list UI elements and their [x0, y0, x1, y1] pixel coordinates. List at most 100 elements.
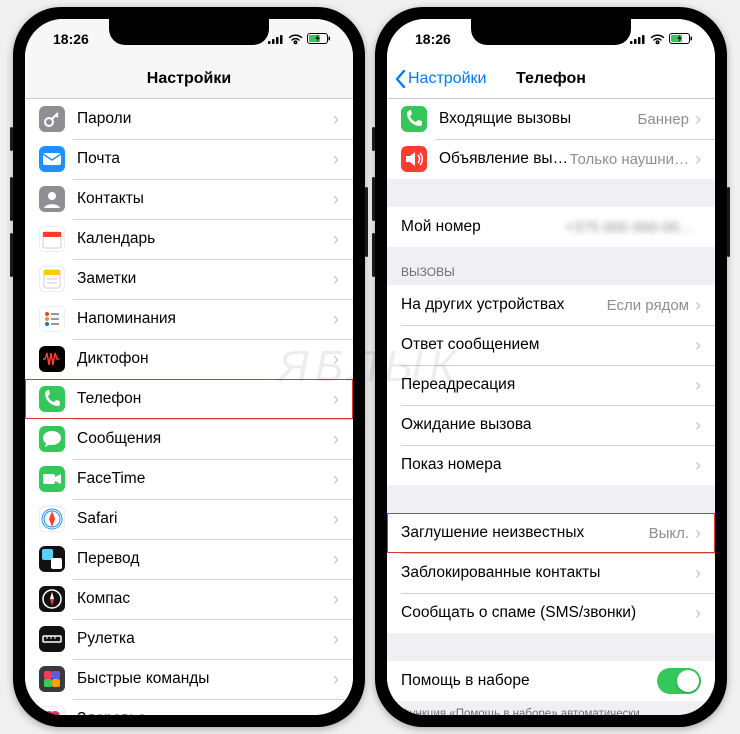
power-button[interactable]: [727, 187, 730, 257]
back-label: Настройки: [408, 70, 486, 88]
shortcuts-icon: [39, 666, 65, 692]
chevron-right-icon: ›: [695, 415, 701, 436]
section-header-calls: ВЫЗОВЫ: [387, 247, 715, 285]
footer-note: Функция «Помощь в наборе» автоматически …: [387, 701, 715, 715]
chevron-right-icon: ›: [333, 509, 339, 530]
volume-up-button[interactable]: [372, 177, 375, 221]
row-label: Пароли: [77, 110, 333, 128]
page-title: Настройки: [147, 70, 231, 88]
settings-list[interactable]: Пароли›Почта›Контакты›Календарь›Заметки›…: [25, 99, 353, 715]
row-phone[interactable]: Телефон›: [25, 379, 353, 419]
wifi-icon: [650, 34, 665, 45]
phone-icon: [39, 386, 65, 412]
row-label: Ответ сообщением: [401, 336, 695, 354]
chevron-right-icon: ›: [333, 229, 339, 250]
person-icon: [39, 186, 65, 212]
compasss-icon: [39, 506, 65, 532]
chevron-right-icon: ›: [695, 295, 701, 316]
row-dial-assist[interactable]: Помощь в наборе: [387, 661, 715, 701]
row-announce[interactable]: Объявление вызововТолько наушни…›: [387, 139, 715, 179]
row-label: Рулетка: [77, 630, 333, 648]
calendar-icon: [39, 226, 65, 252]
notch: [109, 19, 269, 45]
speaker-icon: [401, 146, 427, 172]
row-label: Safari: [77, 510, 333, 528]
row-contacts[interactable]: Контакты›: [25, 179, 353, 219]
chevron-right-icon: ›: [333, 109, 339, 130]
row-facetime[interactable]: FaceTime›: [25, 459, 353, 499]
row-label: FaceTime: [77, 470, 333, 488]
chevron-right-icon: ›: [333, 549, 339, 570]
row-messages[interactable]: Сообщения›: [25, 419, 353, 459]
row-label: Сообщать о спаме (SMS/звонки): [401, 604, 695, 622]
volume-down-button[interactable]: [10, 233, 13, 277]
chevron-right-icon: ›: [333, 389, 339, 410]
row-label: Сообщения: [77, 430, 333, 448]
row-label: Заглушение неизвестных: [401, 524, 649, 542]
row-label: Показ номера: [401, 456, 695, 474]
row-incoming[interactable]: Входящие вызовыБаннер›: [387, 99, 715, 139]
heart-icon: [39, 706, 65, 715]
row-shortcuts[interactable]: Быстрые команды›: [25, 659, 353, 699]
mute-switch[interactable]: [10, 127, 13, 151]
power-button[interactable]: [365, 187, 368, 257]
row-translate[interactable]: Перевод›: [25, 539, 353, 579]
row-label: Почта: [77, 150, 333, 168]
row-notes[interactable]: Заметки›: [25, 259, 353, 299]
chevron-right-icon: ›: [695, 109, 701, 130]
row-label: Объявление вызовов: [439, 150, 570, 168]
row-safari[interactable]: Safari›: [25, 499, 353, 539]
row-silence-unknown[interactable]: Заглушение неизвестныхВыкл.›: [387, 513, 715, 553]
dial-assist-toggle[interactable]: [657, 668, 701, 694]
row-label: Календарь: [77, 230, 333, 248]
envelope-icon: [39, 146, 65, 172]
row-health[interactable]: Здоровье›: [25, 699, 353, 715]
chevron-right-icon: ›: [333, 269, 339, 290]
chevron-right-icon: ›: [333, 429, 339, 450]
row-mail[interactable]: Почта›: [25, 139, 353, 179]
row-compass[interactable]: Компас›: [25, 579, 353, 619]
row-label: Перевод: [77, 550, 333, 568]
status-time: 18:26: [53, 31, 89, 47]
row-call-waiting[interactable]: Ожидание вызова›: [387, 405, 715, 445]
chevron-right-icon: ›: [333, 629, 339, 650]
incoming-icon: [401, 106, 427, 132]
navbar: Настройки Телефон: [387, 59, 715, 99]
wifi-icon: [288, 34, 303, 45]
volume-down-button[interactable]: [372, 233, 375, 277]
row-calendar[interactable]: Календарь›: [25, 219, 353, 259]
compass-icon: [39, 586, 65, 612]
row-report-spam[interactable]: Сообщать о спаме (SMS/звонки)›: [387, 593, 715, 633]
chevron-right-icon: ›: [333, 669, 339, 690]
bubble-icon: [39, 426, 65, 452]
row-passwords[interactable]: Пароли›: [25, 99, 353, 139]
cellular-icon: [630, 34, 646, 45]
mute-switch[interactable]: [372, 127, 375, 151]
row-caller-id[interactable]: Показ номера›: [387, 445, 715, 485]
chevron-right-icon: ›: [333, 709, 339, 716]
row-label: Контакты: [77, 190, 333, 208]
row-blocked[interactable]: Заблокированные контакты›: [387, 553, 715, 593]
key-icon: [39, 106, 65, 132]
volume-up-button[interactable]: [10, 177, 13, 221]
row-measure[interactable]: Рулетка›: [25, 619, 353, 659]
row-text-reply[interactable]: Ответ сообщением›: [387, 325, 715, 365]
row-label: Переадресация: [401, 376, 695, 394]
battery-icon: [307, 33, 331, 45]
chevron-right-icon: ›: [333, 469, 339, 490]
chevron-right-icon: ›: [333, 309, 339, 330]
navbar: Настройки: [25, 59, 353, 99]
notch: [471, 19, 631, 45]
phone-frame-right: 18:26 Настройки Телефон Входящие вызовыБ…: [375, 7, 727, 727]
row-reminders[interactable]: Напоминания›: [25, 299, 353, 339]
row-my-number[interactable]: Мой номер +375 000 000-00-00: [387, 207, 715, 247]
phone-settings-list[interactable]: Входящие вызовыБаннер›Объявление вызовов…: [387, 99, 715, 715]
row-label: Напоминания: [77, 310, 333, 328]
row-voicememo[interactable]: Диктофон›: [25, 339, 353, 379]
row-forwarding[interactable]: Переадресация›: [387, 365, 715, 405]
row-other-devices[interactable]: На других устройствахЕсли рядом›: [387, 285, 715, 325]
row-detail: Выкл.: [649, 525, 689, 542]
back-button[interactable]: Настройки: [395, 70, 486, 88]
chevron-right-icon: ›: [695, 149, 701, 170]
ruler-icon: [39, 626, 65, 652]
